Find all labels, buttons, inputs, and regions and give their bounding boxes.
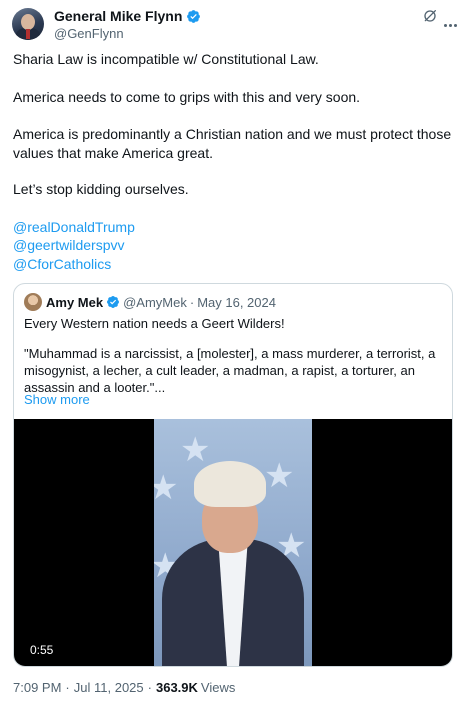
video-frame: ★ ★ ★ ★ ★ [154, 419, 312, 666]
quoted-tweet-line: "Muhammad is a narcissist, a [molester],… [24, 346, 436, 395]
separator-dot: · [65, 680, 70, 695]
tweet-card: General Mike Flynn @GenFlynn Sharia Law … [0, 0, 474, 702]
separator-dot: · [147, 680, 152, 695]
more-icon[interactable] [444, 14, 460, 27]
grok-icon[interactable] [422, 8, 438, 24]
video-duration: 0:55 [24, 641, 60, 659]
mention-link[interactable]: @CforCatholics [13, 255, 111, 274]
tweet-paragraph: Let’s stop kidding ourselves. [13, 181, 189, 197]
author-handle[interactable]: @GenFlynn [54, 26, 124, 41]
tweet-time[interactable]: 7:09 PM [13, 680, 61, 695]
author-avatar[interactable] [12, 8, 44, 40]
mention-link[interactable]: @geertwilderspvv [13, 236, 124, 255]
speaker-hair [194, 461, 266, 507]
tweet-footer: 7:09 PM · Jul 11, 2025 · 363.9K Views [13, 680, 235, 695]
views-count: 363.9K [155, 680, 198, 695]
video-player[interactable]: ★ ★ ★ ★ ★ 0:55 [14, 419, 452, 666]
tweet-date[interactable]: Jul 11, 2025 [74, 680, 144, 695]
verified-badge-icon [187, 9, 201, 23]
show-more-link[interactable]: Show more [24, 392, 90, 407]
quoted-tweet[interactable]: Amy Mek @AmyMek · May 16, 2024 Every Wes… [13, 283, 453, 667]
quoted-author-avatar[interactable] [24, 293, 42, 311]
tweet-paragraph: Sharia Law is incompatible w/ Constituti… [13, 51, 319, 67]
verified-badge-icon [107, 296, 120, 308]
quoted-tweet-header: Amy Mek @AmyMek · May 16, 2024 [24, 293, 276, 311]
star-decoration: ★ [180, 431, 211, 469]
mention-link[interactable]: @realDonaldTrump [13, 218, 135, 237]
views-label: Views [200, 680, 236, 695]
quoted-tweet-date[interactable]: May 16, 2024 [197, 295, 276, 310]
star-decoration: ★ [154, 471, 178, 505]
author-name-row[interactable]: General Mike Flynn [54, 8, 201, 24]
tweet-paragraph: America needs to come to grips with this… [13, 89, 361, 105]
tweet-header: General Mike Flynn @GenFlynn [12, 8, 462, 46]
quoted-author-handle[interactable]: @AmyMek [123, 295, 187, 310]
separator-dot: · [189, 294, 195, 310]
quoted-author-display-name[interactable]: Amy Mek [46, 295, 103, 310]
quoted-tweet-line: Every Western nation needs a Geert Wilde… [24, 316, 285, 331]
star-decoration: ★ [264, 457, 295, 495]
tweet-paragraph: America is predominantly a Christian nat… [13, 126, 452, 161]
author-display-name[interactable]: General Mike Flynn [54, 8, 182, 24]
